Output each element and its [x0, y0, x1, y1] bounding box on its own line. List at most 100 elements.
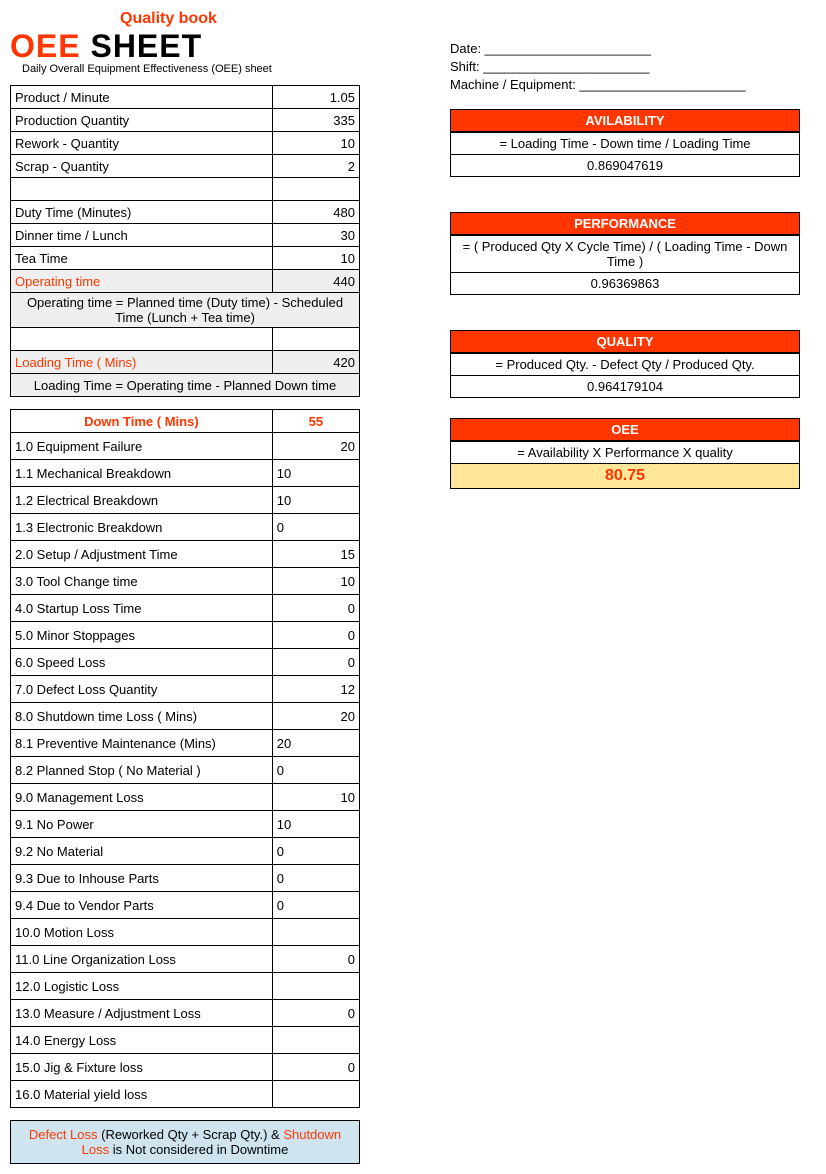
tea-label: Tea Time [11, 247, 273, 270]
availability-title: AVILABILITY [450, 109, 800, 132]
downtime-row-value: 0 [272, 892, 359, 919]
quality-value: 0.964179104 [450, 376, 800, 398]
downtime-row-value: 0 [272, 946, 359, 973]
downtime-row-label: 9.1 No Power [11, 811, 273, 838]
footer-defect: Defect Loss [29, 1127, 98, 1142]
oee-value: 80.75 [450, 464, 800, 489]
duty-val: 480 [272, 201, 359, 224]
downtime-row-label: 8.0 Shutdown time Loss ( Mins) [11, 703, 273, 730]
sc-val: 2 [272, 155, 359, 178]
logo-title: OEE SHEET [10, 28, 360, 65]
downtime-row-value: 0 [272, 838, 359, 865]
downtime-row-value: 0 [272, 865, 359, 892]
performance-value: 0.96369863 [450, 273, 800, 295]
downtime-row-value: 20 [272, 730, 359, 757]
downtime-row-label: 14.0 Energy Loss [11, 1027, 273, 1054]
ppm-label: Product / Minute [11, 86, 273, 109]
downtime-header: Down Time ( Mins) [11, 410, 273, 433]
downtime-row-value: 0 [272, 757, 359, 784]
load-label: Loading Time ( Mins) [11, 351, 273, 374]
downtime-row-value: 12 [272, 676, 359, 703]
logo-oee: OEE [10, 28, 81, 64]
meta-block: Date: _______________________ Shift: ___… [450, 10, 800, 95]
downtime-row-label: 8.2 Planned Stop ( No Material ) [11, 757, 273, 784]
availability-formula: = Loading Time - Down time / Loading Tim… [450, 132, 800, 155]
downtime-row-value: 10 [272, 487, 359, 514]
downtime-row-label: 6.0 Speed Loss [11, 649, 273, 676]
downtime-row-label: 1.2 Electrical Breakdown [11, 487, 273, 514]
lunch-val: 30 [272, 224, 359, 247]
downtime-row-value: 0 [272, 649, 359, 676]
downtime-row-value: 10 [272, 811, 359, 838]
downtime-row-label: 9.3 Due to Inhouse Parts [11, 865, 273, 892]
downtime-row-value: 0 [272, 514, 359, 541]
sc-label: Scrap - Quantity [11, 155, 273, 178]
downtime-row-label: 1.1 Mechanical Breakdown [11, 460, 273, 487]
op-label: Operating time [11, 270, 273, 293]
lunch-label: Dinner time / Lunch [11, 224, 273, 247]
downtime-table: Down Time ( Mins) 55 1.0 Equipment Failu… [10, 409, 360, 1108]
production-table: Product / Minute1.05 Production Quantity… [10, 85, 360, 397]
performance-formula: = ( Produced Qty X Cycle Time) / ( Loadi… [450, 235, 800, 273]
pq-val: 335 [272, 109, 359, 132]
quality-title: QUALITY [450, 330, 800, 353]
downtime-row-label: 1.0 Equipment Failure [11, 433, 273, 460]
ppm-val: 1.05 [272, 86, 359, 109]
downtime-row-value: 10 [272, 568, 359, 595]
performance-panel: PERFORMANCE = ( Produced Qty X Cycle Tim… [450, 212, 800, 295]
downtime-row-label: 16.0 Material yield loss [11, 1081, 273, 1108]
op-formula: Operating time = Planned time (Duty time… [11, 293, 360, 328]
downtime-row-label: 10.0 Motion Loss [11, 919, 273, 946]
logo-sheet: SHEET [90, 28, 202, 64]
downtime-total: 55 [272, 410, 359, 433]
oee-formula: = Availability X Performance X quality [450, 441, 800, 464]
tea-val: 10 [272, 247, 359, 270]
pq-label: Production Quantity [11, 109, 273, 132]
footer-mid1: (Reworked Qty + Scrap Qty.) & [98, 1127, 284, 1142]
meta-shift: Shift: _______________________ [450, 58, 800, 76]
downtime-row-label: 1.3 Electronic Breakdown [11, 514, 273, 541]
downtime-row-label: 8.1 Preventive Maintenance (Mins) [11, 730, 273, 757]
footer-note: Defect Loss (Reworked Qty + Scrap Qty.) … [10, 1120, 360, 1164]
downtime-row-label: 2.0 Setup / Adjustment Time [11, 541, 273, 568]
op-val: 440 [272, 270, 359, 293]
downtime-row-value: 0 [272, 1054, 359, 1081]
oee-panel: OEE = Availability X Performance X quali… [450, 418, 800, 489]
downtime-row-value: 10 [272, 460, 359, 487]
downtime-row-value: 0 [272, 622, 359, 649]
availability-panel: AVILABILITY = Loading Time - Down time /… [450, 109, 800, 177]
availability-value: 0.869047619 [450, 155, 800, 177]
downtime-row-label: 3.0 Tool Change time [11, 568, 273, 595]
downtime-row-label: 15.0 Jig & Fixture loss [11, 1054, 273, 1081]
downtime-row-label: 9.4 Due to Vendor Parts [11, 892, 273, 919]
downtime-row-value [272, 919, 359, 946]
downtime-row-label: 5.0 Minor Stoppages [11, 622, 273, 649]
downtime-row-label: 9.2 No Material [11, 838, 273, 865]
downtime-row-value [272, 1081, 359, 1108]
downtime-row-label: 11.0 Line Organization Loss [11, 946, 273, 973]
logo-top: Quality book [120, 10, 360, 28]
load-val: 420 [272, 351, 359, 374]
meta-machine: Machine / Equipment: ___________________… [450, 76, 800, 94]
footer-mid2: is Not considered in Downtime [109, 1142, 288, 1157]
load-formula: Loading Time = Operating time - Planned … [11, 374, 360, 397]
downtime-row-value: 15 [272, 541, 359, 568]
rw-val: 10 [272, 132, 359, 155]
duty-label: Duty Time (Minutes) [11, 201, 273, 224]
oee-title: OEE [450, 418, 800, 441]
downtime-row-value: 0 [272, 595, 359, 622]
downtime-row-label: 13.0 Measure / Adjustment Loss [11, 1000, 273, 1027]
downtime-row-label: 4.0 Startup Loss Time [11, 595, 273, 622]
downtime-row-value: 20 [272, 703, 359, 730]
downtime-row-label: 7.0 Defect Loss Quantity [11, 676, 273, 703]
quality-panel: QUALITY = Produced Qty. - Defect Qty / P… [450, 330, 800, 398]
logo-subtitle: Daily Overall Equipment Effectiveness (O… [10, 63, 360, 75]
performance-title: PERFORMANCE [450, 212, 800, 235]
downtime-row-value [272, 1027, 359, 1054]
downtime-row-label: 9.0 Management Loss [11, 784, 273, 811]
downtime-row-value: 20 [272, 433, 359, 460]
downtime-row-value: 0 [272, 1000, 359, 1027]
quality-formula: = Produced Qty. - Defect Qty / Produced … [450, 353, 800, 376]
downtime-row-label: 12.0 Logistic Loss [11, 973, 273, 1000]
rw-label: Rework - Quantity [11, 132, 273, 155]
